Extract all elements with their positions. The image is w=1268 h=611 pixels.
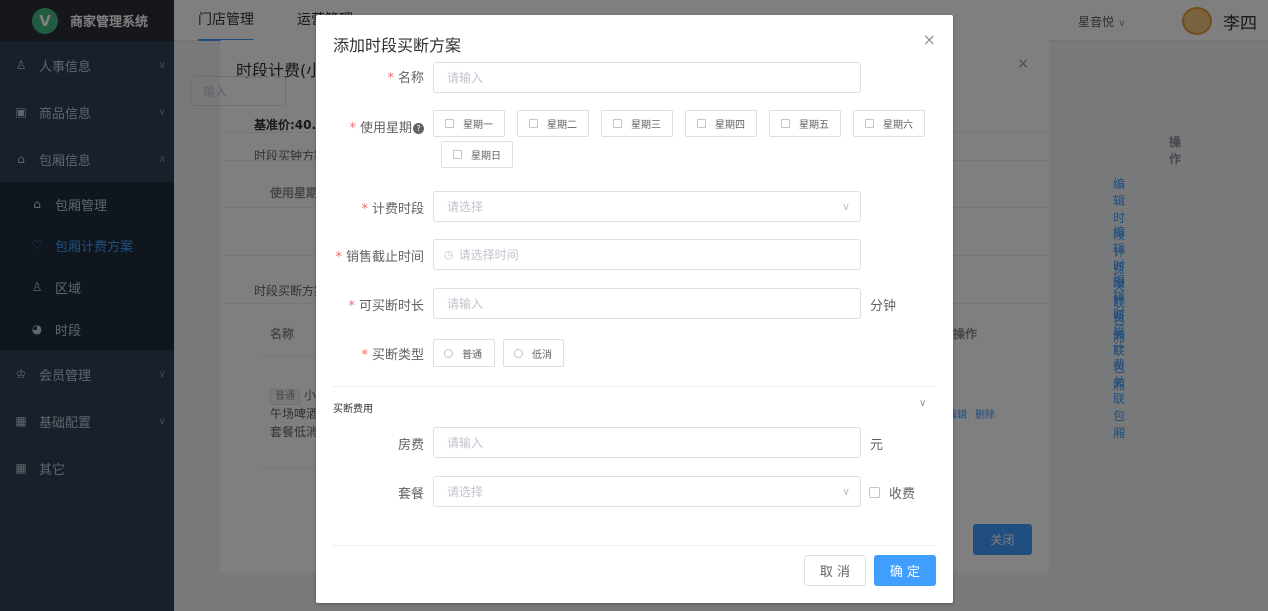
checkbox-icon [445, 119, 454, 128]
period-select[interactable]: 请选择 ∨ [433, 191, 861, 222]
weekday-label: * 使用星期? [316, 117, 424, 136]
confirm-button[interactable]: 确 定 [874, 555, 936, 586]
checkbox-icon [613, 119, 622, 128]
modal-title: 添加时段买断方案 [333, 36, 462, 55]
radio-icon [514, 348, 523, 358]
room-fee-label: 房费 [397, 438, 424, 453]
weekday-checkbox-sun[interactable]: 星期日 [441, 141, 513, 168]
fee-section-title: 买断费用 [333, 404, 373, 415]
checkbox-icon [781, 119, 790, 128]
package-label: 套餐 [397, 487, 424, 502]
checkbox-icon [453, 150, 462, 159]
chevron-down-icon[interactable]: ∨ [919, 398, 926, 409]
clock-icon: ◷ [444, 248, 454, 261]
help-icon: ? [413, 123, 424, 134]
chevron-down-icon: ∨ [841, 200, 850, 213]
checkbox-icon [697, 119, 706, 128]
checkbox-icon [529, 119, 538, 128]
deadline-time-picker[interactable]: ◷ 请选择时间 [433, 239, 861, 270]
add-buyout-plan-modal: 添加时段买断方案 × * 名称 请输入 * 使用星期? 星期一 星期二 星期三 星期… [316, 15, 953, 603]
room-fee-unit: 元 [870, 438, 884, 453]
type-radio-min-spend[interactable]: 低消 [503, 339, 564, 367]
close-icon[interactable]: × [923, 30, 936, 49]
room-fee-input[interactable]: 请输入 [433, 427, 861, 458]
package-select[interactable]: 请选择 ∨ [433, 476, 861, 507]
weekday-checkbox-mon[interactable]: 星期一 [433, 110, 505, 137]
checkbox-icon [865, 119, 874, 128]
charge-checkbox[interactable]: 收费 [869, 483, 915, 502]
period-label: * 计费时段 [361, 202, 424, 217]
type-radio-normal[interactable]: 普通 [433, 339, 495, 367]
checkbox-icon [869, 487, 880, 498]
weekday-checkbox-wed[interactable]: 星期三 [601, 110, 673, 137]
duration-label: * 可买断时长 [348, 299, 424, 314]
duration-input[interactable]: 请输入 [433, 288, 861, 319]
name-label: * 名称 [387, 71, 424, 86]
weekday-checkbox-fri[interactable]: 星期五 [769, 110, 841, 137]
charge-label: 收费 [889, 487, 916, 502]
weekday-checkbox-tue[interactable]: 星期二 [517, 110, 589, 137]
radio-icon [444, 348, 453, 358]
duration-unit: 分钟 [870, 299, 897, 314]
weekday-checkbox-thu[interactable]: 星期四 [685, 110, 757, 137]
type-label: * 买断类型 [361, 348, 424, 363]
weekday-checkbox-sat[interactable]: 星期六 [853, 110, 925, 137]
deadline-label: * 销售截止时间 [335, 250, 424, 265]
name-input[interactable]: 请输入 [433, 62, 861, 93]
chevron-down-icon: ∨ [841, 485, 850, 498]
cancel-button[interactable]: 取 消 [804, 555, 866, 586]
